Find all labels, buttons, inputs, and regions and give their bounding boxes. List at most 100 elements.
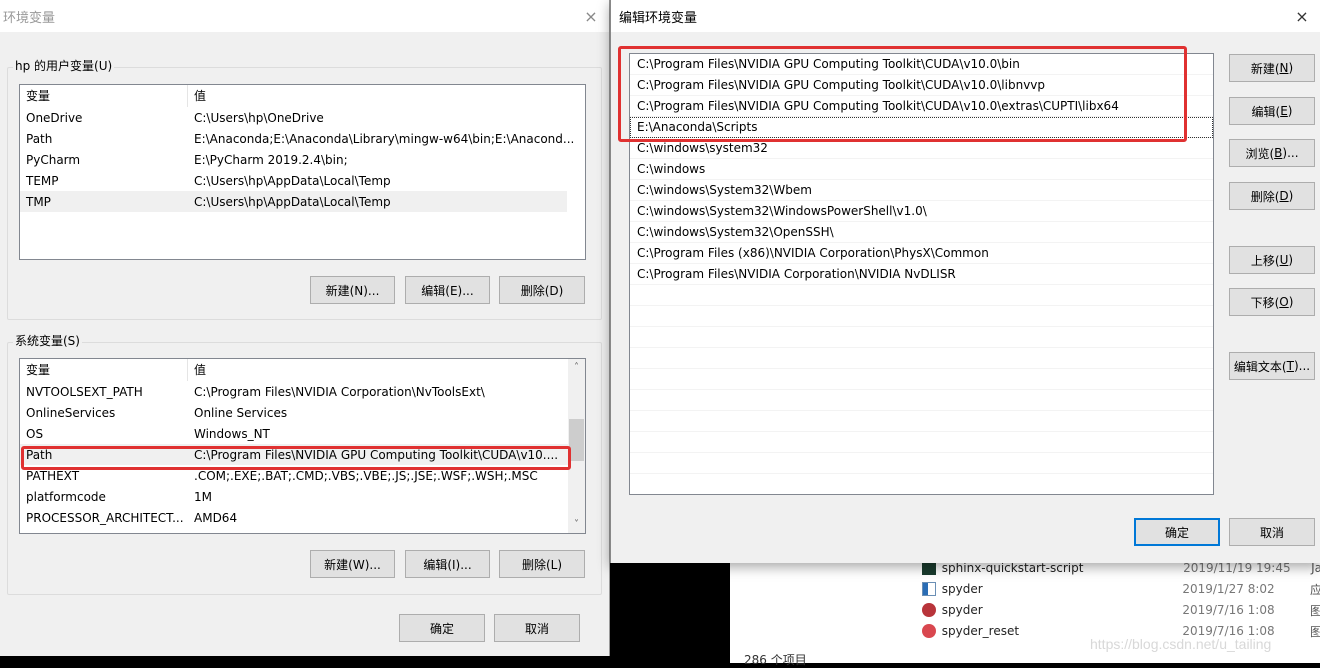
file-row[interactable]: spyder 2019/1/27 8:02 应 xyxy=(922,579,1320,599)
variable-value: C:\Program Files\NVIDIA GPU Computing To… xyxy=(194,447,559,462)
variable-value: C:\Program Files\NVIDIA Corporation\NvTo… xyxy=(194,384,485,399)
spyder-icon xyxy=(922,624,936,638)
system-new-button[interactable]: 新建(W)... xyxy=(310,550,395,578)
ok-button[interactable]: 确定 xyxy=(399,614,485,642)
path-item[interactable]: C:\Program Files\NVIDIA Corporation\NVID… xyxy=(630,264,1213,285)
table-row[interactable]: PyCharm E:\PyCharm 2019.2.4\bin; xyxy=(20,149,585,170)
variable-value: Online Services xyxy=(194,405,288,420)
variable-value: .COM;.EXE;.BAT;.CMD;.VBS;.VBE;.JS;.JSE;.… xyxy=(194,468,538,483)
system-variables-label: 系统变量(S) xyxy=(13,332,82,349)
column-header-variable[interactable]: 变量 xyxy=(20,85,188,107)
button-label-end: ) xyxy=(1288,295,1294,309)
button-label: 浏览( xyxy=(1245,146,1275,161)
path-item-focused[interactable]: E:\Anaconda\Scripts xyxy=(630,117,1213,138)
system-delete-button[interactable]: 删除(L) xyxy=(499,550,585,578)
system-variables-scrollbar[interactable]: ˄ ˅ xyxy=(568,359,585,533)
empty-row[interactable] xyxy=(630,453,1213,474)
variable-name: Path xyxy=(26,131,53,146)
move-down-button[interactable]: 下移(O) xyxy=(1229,288,1315,316)
path-item[interactable]: C:\windows\System32\Wbem xyxy=(630,180,1213,201)
table-row[interactable]: Path E:\Anaconda;E:\Anaconda\Library\min… xyxy=(20,128,585,149)
table-row[interactable]: PROCESSOR_ARCHITECT... AMD64 xyxy=(20,507,568,528)
empty-row[interactable] xyxy=(630,369,1213,390)
path-item[interactable]: C:\windows\System32\WindowsPowerShell\v1… xyxy=(630,201,1213,222)
cancel-button[interactable]: 取消 xyxy=(494,614,580,642)
column-header-value[interactable]: 值 xyxy=(188,85,206,107)
dialog-title: 环境变量 xyxy=(3,10,56,26)
table-row[interactable]: TEMP C:\Users\hp\AppData\Local\Temp xyxy=(20,170,585,191)
file-row[interactable]: spyder 2019/7/16 1:08 图 xyxy=(922,600,1320,620)
table-row[interactable]: PATHEXT .COM;.EXE;.BAT;.CMD;.VBS;.VBE;.J… xyxy=(20,465,568,486)
user-edit-button[interactable]: 编辑(E)... xyxy=(405,276,490,304)
empty-row[interactable] xyxy=(630,306,1213,327)
empty-row[interactable] xyxy=(630,432,1213,453)
table-row[interactable]: TMP C:\Users\hp\AppData\Local\Temp xyxy=(20,191,567,212)
title-bar: 环境变量 × xyxy=(0,0,609,32)
button-label-end: ) xyxy=(1288,253,1294,267)
table-row[interactable]: NVTOOLSEXT_PATH C:\Program Files\NVIDIA … xyxy=(20,381,568,402)
scrollbar-thumb[interactable] xyxy=(569,419,584,461)
table-header: 变量 值 xyxy=(20,85,585,107)
table-row[interactable]: OneDrive C:\Users\hp\OneDrive xyxy=(20,107,585,128)
item-count: 286 个项目 xyxy=(744,653,807,667)
variable-value: 1M xyxy=(194,489,212,504)
table-row[interactable]: platformcode 1M xyxy=(20,486,568,507)
table-row[interactable]: OnlineServices Online Services xyxy=(20,402,568,423)
accelerator-key: U xyxy=(1279,253,1289,267)
system-variables-table[interactable]: 变量 值 NVTOOLSEXT_PATH C:\Program Files\NV… xyxy=(19,358,586,534)
empty-row[interactable] xyxy=(630,474,1213,494)
path-item[interactable]: C:\Program Files\NVIDIA GPU Computing To… xyxy=(630,96,1213,117)
app-icon xyxy=(922,582,936,596)
edit-text-button[interactable]: 编辑文本(T)... xyxy=(1229,352,1315,380)
new-button[interactable]: 新建(N) xyxy=(1229,54,1315,82)
scroll-down-icon[interactable]: ˅ xyxy=(568,516,585,533)
path-list[interactable]: C:\Program Files\NVIDIA GPU Computing To… xyxy=(629,53,1214,495)
column-header-value[interactable]: 值 xyxy=(188,359,206,381)
cancel-button[interactable]: 取消 xyxy=(1229,518,1315,546)
variable-name: PROCESSOR_ARCHITECT... xyxy=(26,510,184,525)
variable-name: TMP xyxy=(26,194,51,209)
user-new-button[interactable]: 新建(N)... xyxy=(310,276,395,304)
button-label-end: )... xyxy=(1282,146,1299,160)
table-row[interactable]: OS Windows_NT xyxy=(20,423,568,444)
column-header-variable[interactable]: 变量 xyxy=(20,359,188,381)
path-item[interactable]: C:\windows\system32 xyxy=(630,138,1213,159)
variable-name: PyCharm xyxy=(26,152,81,167)
path-item[interactable]: C:\Program Files (x86)\NVIDIA Corporatio… xyxy=(630,243,1213,264)
empty-row[interactable] xyxy=(630,390,1213,411)
close-icon[interactable]: × xyxy=(1292,7,1312,26)
ok-button[interactable]: 确定 xyxy=(1134,518,1220,546)
table-row-selected[interactable]: Path C:\Program Files\NVIDIA GPU Computi… xyxy=(20,444,568,465)
variable-name: OnlineServices xyxy=(26,405,116,420)
table-header: 变量 值 xyxy=(20,359,568,381)
dialog-title: 编辑环境变量 xyxy=(619,10,698,26)
empty-row[interactable] xyxy=(630,327,1213,348)
scroll-up-icon[interactable]: ˄ xyxy=(568,359,585,376)
delete-button[interactable]: 删除(D) xyxy=(1229,182,1315,210)
watermark: https://blog.csdn.net/u_tailing xyxy=(1090,636,1272,652)
close-icon[interactable]: × xyxy=(581,7,601,26)
path-item[interactable]: C:\windows\System32\OpenSSH\ xyxy=(630,222,1213,243)
user-variables-table[interactable]: 变量 值 OneDrive C:\Users\hp\OneDrive Path … xyxy=(19,84,586,260)
empty-row[interactable] xyxy=(630,348,1213,369)
edit-button[interactable]: 编辑(E) xyxy=(1229,97,1315,125)
variable-value: E:\Anaconda;E:\Anaconda\Library\mingw-w6… xyxy=(194,131,575,146)
variable-value: AMD64 xyxy=(194,510,238,525)
button-label-end: ) xyxy=(1287,104,1293,118)
empty-row[interactable] xyxy=(630,285,1213,306)
variable-name: Path xyxy=(26,447,53,462)
path-item[interactable]: C:\Program Files\NVIDIA GPU Computing To… xyxy=(630,54,1213,75)
move-up-button[interactable]: 上移(U) xyxy=(1229,246,1315,274)
variable-name: OS xyxy=(26,426,44,441)
button-label-end: )... xyxy=(1293,359,1311,373)
path-item[interactable]: C:\Program Files\NVIDIA GPU Computing To… xyxy=(630,75,1213,96)
system-edit-button[interactable]: 编辑(I)... xyxy=(405,550,490,578)
variable-name: platformcode xyxy=(26,489,106,504)
button-label: 上移( xyxy=(1250,253,1280,268)
variable-value: C:\Users\hp\OneDrive xyxy=(194,110,324,125)
browse-button[interactable]: 浏览(B)... xyxy=(1229,139,1315,167)
path-item[interactable]: C:\windows xyxy=(630,159,1213,180)
variable-value: C:\Users\hp\AppData\Local\Temp xyxy=(194,173,391,188)
empty-row[interactable] xyxy=(630,411,1213,432)
user-delete-button[interactable]: 删除(D) xyxy=(499,276,585,304)
